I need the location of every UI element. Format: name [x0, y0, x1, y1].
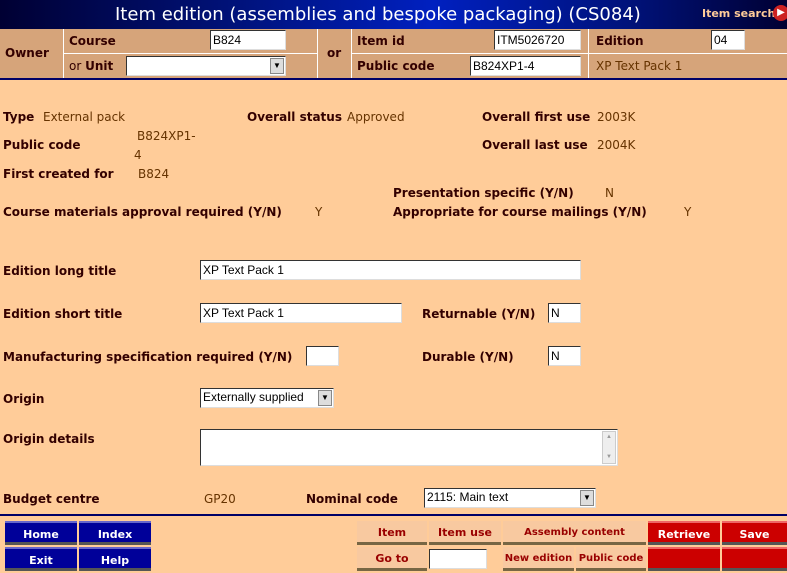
last-use-label: Overall last use: [482, 138, 588, 152]
help-button[interactable]: Help: [79, 547, 151, 571]
first-created-value: B824: [138, 167, 170, 181]
info-public-code-label: Public code: [3, 138, 81, 152]
origin-value: Externally supplied: [203, 390, 304, 404]
short-title-input[interactable]: [200, 303, 402, 323]
last-use-value: 2004K: [597, 138, 636, 152]
unit-select[interactable]: ▼: [126, 56, 286, 76]
mailings-value: Y: [684, 205, 692, 219]
title-bar: Item edition (assemblies and bespoke pac…: [0, 0, 787, 29]
assembly-content-button[interactable]: Assembly content: [503, 521, 646, 545]
type-label: Type: [3, 110, 35, 124]
info-public-code-value: B824XP1-: [137, 129, 196, 143]
new-edition-button[interactable]: New edition: [503, 547, 574, 571]
public-code-label: Public code: [357, 59, 435, 73]
item-id-label: Item id: [357, 34, 405, 48]
item-id-input[interactable]: [494, 30, 581, 50]
nominal-select[interactable]: 2115: Main text ▼: [424, 488, 596, 508]
budget-value: GP20: [204, 492, 236, 506]
go-to-input[interactable]: [429, 549, 487, 569]
status-label: Overall status: [247, 110, 342, 124]
public-code-button[interactable]: Public code: [576, 547, 646, 571]
exit-button[interactable]: Exit: [5, 547, 77, 571]
first-use-value: 2003K: [597, 110, 636, 124]
or-separator: or: [327, 46, 342, 60]
index-button[interactable]: Index: [79, 521, 151, 545]
edition-title: XP Text Pack 1: [596, 59, 683, 73]
item-use-button[interactable]: Item use: [429, 521, 501, 545]
manuf-input[interactable]: [306, 346, 339, 366]
chevron-down-icon[interactable]: ▼: [270, 58, 284, 74]
scrollbar[interactable]: ▲ ▼: [602, 431, 616, 464]
budget-label: Budget centre: [3, 492, 100, 506]
retrieve-button[interactable]: Retrieve: [648, 521, 720, 545]
first-created-label: First created for: [3, 167, 114, 181]
manuf-label: Manufacturing specification required (Y/…: [3, 350, 293, 364]
owner-label: Owner: [5, 46, 49, 60]
footer-toolbar: Home Index Exit Help Item Item use Assem…: [0, 514, 787, 573]
returnable-label: Returnable (Y/N): [422, 307, 536, 321]
header-form: Owner Course or Unit ▼ or Item id Public…: [0, 29, 787, 80]
long-title-input[interactable]: [200, 260, 581, 280]
durable-label: Durable (Y/N): [422, 350, 514, 364]
blank-button: [722, 547, 787, 571]
page-title: Item edition (assemblies and bespoke pac…: [115, 4, 641, 25]
item-button[interactable]: Item: [357, 521, 427, 545]
returnable-input[interactable]: [548, 303, 581, 323]
save-button[interactable]: Save: [722, 521, 787, 545]
presentation-label: Presentation specific (Y/N): [393, 186, 574, 200]
type-value: External pack: [43, 110, 126, 124]
origin-select[interactable]: Externally supplied ▼: [200, 388, 334, 408]
unit-label: Unit: [85, 59, 114, 73]
durable-input[interactable]: [548, 346, 581, 366]
nominal-label: Nominal code: [306, 492, 398, 506]
edition-label: Edition: [596, 34, 644, 48]
first-use-label: Overall first use: [482, 110, 591, 124]
origin-label: Origin: [3, 392, 45, 406]
mailings-label: Appropriate for course mailings (Y/N): [393, 205, 647, 219]
course-input[interactable]: [210, 30, 286, 50]
or-label: or: [69, 59, 86, 73]
approval-value: Y: [315, 205, 323, 219]
blank-button: [648, 547, 720, 571]
public-code-input[interactable]: [470, 56, 581, 76]
short-title-label: Edition short title: [3, 307, 123, 321]
home-button[interactable]: Home: [5, 521, 77, 545]
origin-details-label: Origin details: [3, 432, 95, 446]
edition-input[interactable]: [711, 30, 745, 50]
course-label: Course: [69, 34, 116, 48]
presentation-value: N: [605, 186, 614, 200]
chevron-down-icon[interactable]: ▼: [580, 490, 594, 506]
chevron-down-icon[interactable]: ▼: [318, 390, 332, 406]
long-title-label: Edition long title: [3, 264, 117, 278]
nominal-value: 2115: Main text: [427, 490, 509, 504]
origin-details-textarea[interactable]: ▲ ▼: [200, 429, 618, 466]
arrow-right-icon[interactable]: ▶: [773, 5, 787, 21]
approval-label: Course materials approval required (Y/N): [3, 205, 282, 219]
status-value: Approved: [347, 110, 405, 124]
item-search-link[interactable]: Item search: [702, 7, 775, 20]
go-to-button[interactable]: Go to: [357, 547, 427, 571]
info-public-code-value-wrap: 4: [134, 148, 142, 162]
